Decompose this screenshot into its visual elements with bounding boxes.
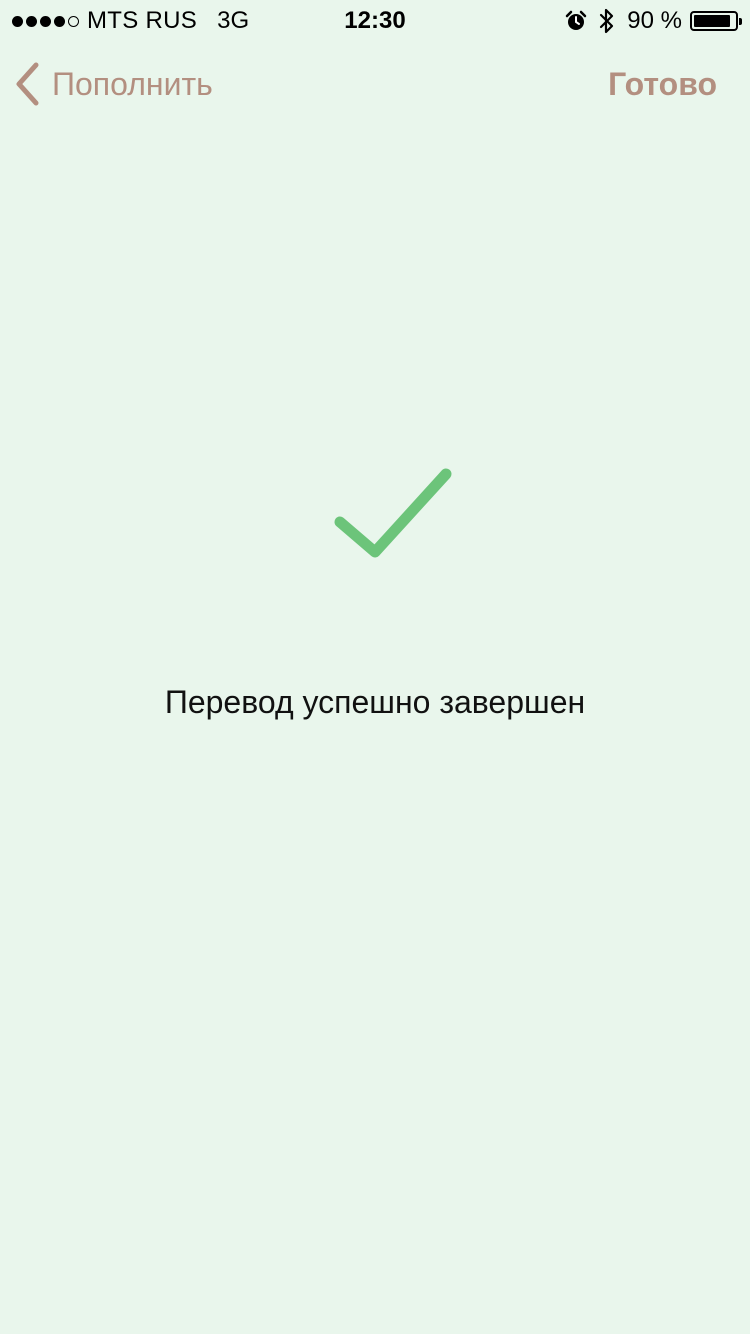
alarm-icon — [565, 10, 587, 32]
battery-icon — [690, 11, 742, 31]
status-right: 90 % — [565, 7, 742, 35]
back-button-label: Пополнить — [52, 65, 213, 102]
status-bar: MTS RUS 3G 12:30 90 % — [0, 0, 750, 40]
battery-percent: 90 % — [627, 7, 682, 34]
navigation-bar: Пополнить Готово — [0, 40, 750, 128]
done-button[interactable]: Готово — [608, 66, 717, 103]
chevron-left-icon — [16, 62, 39, 106]
checkmark-icon — [330, 466, 456, 571]
bluetooth-icon — [599, 8, 615, 34]
back-button[interactable]: Пополнить — [14, 62, 213, 106]
success-message: Перевод успешно завершен — [164, 684, 586, 720]
